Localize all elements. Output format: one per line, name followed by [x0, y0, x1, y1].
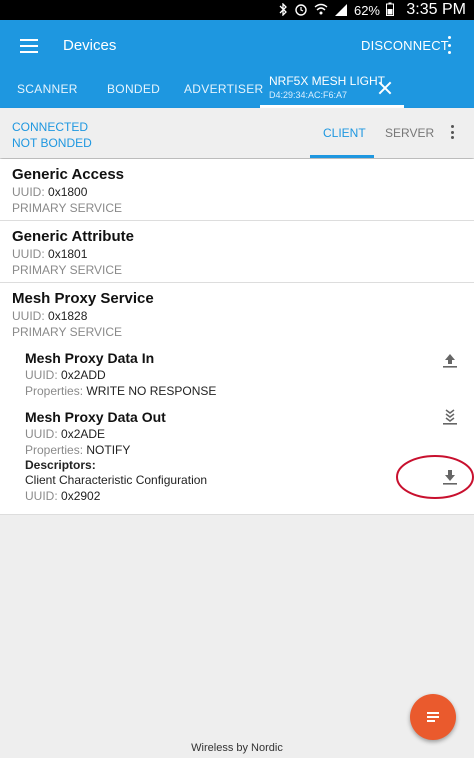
client-tab-indicator: [310, 155, 374, 158]
connection-status: CONNECTED NOT BONDED: [12, 119, 92, 151]
characteristic-uuid: 0x2ADE: [61, 427, 106, 441]
upload-icon[interactable]: [441, 352, 459, 368]
service-item[interactable]: Generic Attribute UUID: 0x1801 PRIMARY S…: [0, 221, 474, 283]
footer-text: Wireless by Nordic: [191, 742, 283, 754]
tab-device[interactable]: NRF5X MESH LIGHT D4:29:34:AC:F6:A7: [269, 74, 385, 100]
status-bar: 62% 3:35 PM: [0, 0, 474, 20]
more-vert-icon[interactable]: [450, 125, 454, 139]
tab-device-name: NRF5X MESH LIGHT: [269, 74, 386, 88]
log-icon: [427, 712, 439, 722]
uuid-label: UUID:: [25, 427, 58, 441]
service-type: PRIMARY SERVICE: [12, 325, 123, 339]
service-uuid: 0x1828: [48, 309, 88, 323]
uuid-label: UUID:: [12, 309, 45, 323]
service-item[interactable]: Generic Access UUID: 0x1800 PRIMARY SERV…: [0, 159, 474, 221]
characteristic-name: Mesh Proxy Data Out: [25, 409, 166, 425]
alarm-icon: [294, 2, 308, 19]
characteristic-properties: WRITE NO RESPONSE: [86, 384, 217, 398]
service-item[interactable]: Mesh Proxy Service UUID: 0x1828 PRIMARY …: [0, 283, 474, 515]
page-title: Devices: [63, 37, 117, 54]
bond-state: NOT BONDED: [12, 136, 92, 150]
properties-label: Properties:: [25, 443, 84, 457]
annotation-circle: [395, 453, 474, 506]
wifi-icon: [314, 3, 328, 18]
connection-state: CONNECTED: [12, 120, 89, 134]
clock: 3:35 PM: [406, 1, 466, 18]
service-name: Generic Attribute: [12, 228, 134, 245]
tab-advertiser[interactable]: ADVERTISER: [184, 82, 263, 96]
app-bar: Devices DISCONNECT SCANNER BONDED ADVERT…: [0, 20, 474, 108]
characteristic-item[interactable]: Mesh Proxy Data In UUID: 0x2ADD Properti…: [12, 340, 462, 399]
status-icons: 62%: [278, 1, 394, 19]
tab-scanner[interactable]: SCANNER: [17, 82, 78, 96]
uuid-label: UUID:: [25, 489, 58, 503]
uuid-label: UUID:: [12, 247, 45, 261]
connection-bar: CONNECTED NOT BONDED CLIENT SERVER: [0, 108, 474, 158]
tab-device-address: D4:29:34:AC:F6:A7: [269, 90, 348, 100]
battery-percent: 62%: [353, 3, 380, 18]
signal-icon: [334, 3, 348, 19]
service-type: PRIMARY SERVICE: [12, 263, 123, 277]
log-fab-button[interactable]: [410, 694, 456, 740]
characteristic-properties: NOTIFY: [86, 443, 131, 457]
tab-client[interactable]: CLIENT: [323, 126, 366, 140]
close-icon[interactable]: [378, 81, 392, 95]
more-vert-icon[interactable]: [446, 36, 452, 54]
notify-icon[interactable]: [441, 409, 459, 425]
descriptor-uuid: 0x2902: [61, 489, 101, 503]
hamburger-menu-icon[interactable]: [20, 39, 38, 53]
service-list: Generic Access UUID: 0x1800 PRIMARY SERV…: [0, 159, 474, 515]
tab-server[interactable]: SERVER: [385, 126, 434, 140]
device-tabs: SCANNER BONDED ADVERTISER NRF5X MESH LIG…: [0, 74, 474, 108]
service-uuid: 0x1801: [48, 247, 88, 261]
service-type: PRIMARY SERVICE: [12, 201, 123, 215]
uuid-label: UUID:: [12, 185, 45, 199]
service-name: Generic Access: [12, 166, 125, 183]
service-uuid: 0x1800: [48, 185, 88, 199]
battery-icon: [386, 2, 394, 19]
disconnect-button[interactable]: DISCONNECT: [361, 38, 449, 53]
characteristic-list: Mesh Proxy Data In UUID: 0x2ADD Properti…: [12, 340, 474, 504]
bluetooth-icon: [278, 1, 288, 19]
characteristic-uuid: 0x2ADD: [61, 368, 106, 382]
properties-label: Properties:: [25, 384, 84, 398]
uuid-label: UUID:: [25, 368, 58, 382]
characteristic-name: Mesh Proxy Data In: [25, 350, 155, 366]
tab-bonded[interactable]: BONDED: [107, 82, 160, 96]
characteristic-item[interactable]: Mesh Proxy Data Out UUID: 0x2ADE Propert…: [12, 399, 474, 504]
service-name: Mesh Proxy Service: [12, 290, 154, 307]
